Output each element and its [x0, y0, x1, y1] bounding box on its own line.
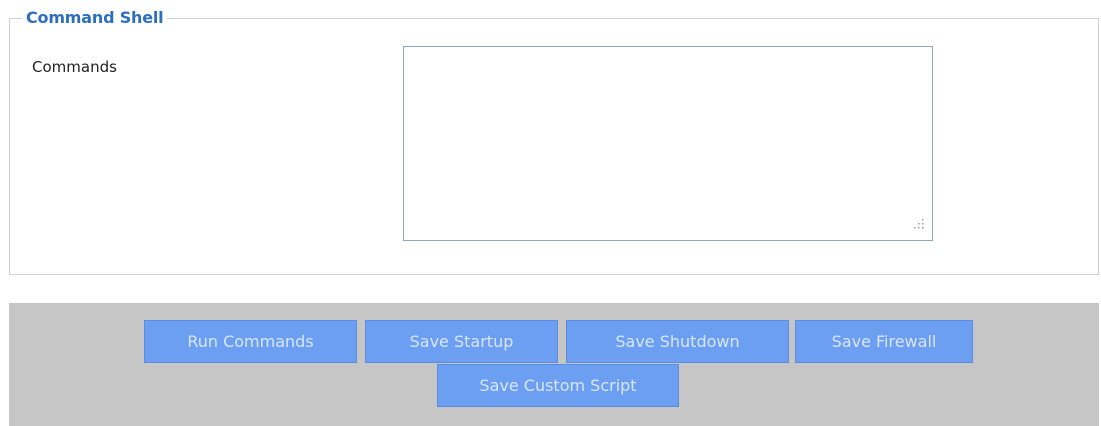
commands-textarea[interactable] [403, 46, 933, 241]
save-startup-button[interactable]: Save Startup [365, 320, 558, 363]
save-shutdown-button[interactable]: Save Shutdown [566, 320, 789, 363]
commands-label: Commands [32, 58, 117, 76]
button-bar: Run Commands Save Startup Save Shutdown … [9, 303, 1099, 426]
save-custom-script-button[interactable]: Save Custom Script [437, 364, 679, 407]
run-commands-button[interactable]: Run Commands [144, 320, 357, 363]
resize-grip-icon[interactable] [908, 216, 926, 234]
command-shell-legend: Command Shell [22, 7, 168, 29]
save-firewall-button[interactable]: Save Firewall [795, 320, 973, 363]
